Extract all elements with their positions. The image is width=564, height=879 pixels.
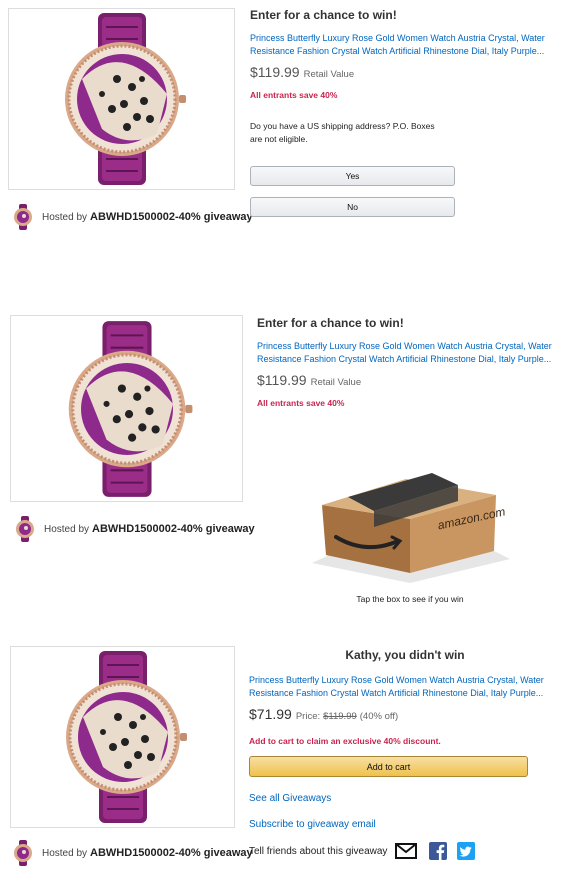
watch-image (63, 11, 187, 187)
price: $71.99 (249, 706, 292, 722)
tell-friends-label: Tell friends about this giveaway (249, 845, 388, 857)
price-label: Retail Value (310, 377, 362, 388)
price-row: $119.99 Retail Value (257, 372, 562, 388)
result-title: Kathy, you didn't win (345, 648, 465, 662)
giveaway-entry-panel: Hosted by ABWHD1500002-40% giveaway Ente… (0, 0, 564, 240)
product-title-line[interactable]: Resistance Fashion Crystal Watch Artific… (249, 687, 561, 700)
price-label: Retail Value (303, 69, 355, 80)
watch-image (64, 649, 188, 825)
no-button[interactable]: No (250, 197, 455, 217)
product-title-line[interactable]: Princess Butterfly Luxury Rose Gold Wome… (257, 340, 562, 353)
email-icon[interactable] (395, 843, 418, 859)
savings-text: All entrants save 40% (257, 398, 345, 408)
host-avatar (14, 204, 32, 230)
shipping-question: Do you have a US shipping address? P.O. … (250, 120, 460, 146)
host-info: Hosted by ABWHD1500002-40% giveaway (14, 516, 255, 542)
product-image (10, 315, 243, 502)
share-row: Tell friends about this giveaway (249, 842, 561, 860)
product-title-line[interactable]: Princess Butterfly Luxury Rose Gold Wome… (250, 32, 560, 45)
question-line: are not eligible. (250, 134, 308, 144)
host-info: Hosted by ABWHD1500002-40% giveaway (12, 840, 253, 866)
price: $119.99 (250, 64, 300, 80)
giveaway-box-panel: Hosted by ABWHD1500002-40% giveaway Ente… (0, 305, 564, 615)
discount: (40% off) (359, 711, 399, 722)
hosted-by-label: Hosted by (42, 211, 88, 223)
add-to-cart-button[interactable]: Add to cart (249, 756, 528, 777)
old-price: $119.99 (323, 711, 357, 722)
facebook-icon[interactable] (429, 842, 448, 860)
product-title-link[interactable]: Princess Butterfly Luxury Rose Gold Wome… (249, 674, 561, 700)
page-title: Enter for a chance to win! (257, 316, 404, 330)
yes-button[interactable]: Yes (250, 166, 455, 186)
tap-instructions: Tap the box to see if you win (356, 594, 464, 604)
host-info: Hosted by ABWHD1500002-40% giveaway (12, 204, 253, 230)
question-line: Do you have a US shipping address? P.O. … (250, 121, 435, 131)
see-all-giveaways-link[interactable]: See all Giveaways (249, 793, 561, 804)
product-title-line[interactable]: Resistance Fashion Crystal Watch Artific… (250, 45, 560, 58)
price-row: $119.99 Retail Value (250, 64, 560, 80)
watch-image (66, 319, 194, 498)
host-avatar (14, 840, 32, 866)
host-avatar (16, 516, 34, 542)
host-name[interactable]: ABWHD1500002-40% giveaway (90, 847, 253, 859)
giveaway-result-panel: Hosted by ABWHD1500002-40% giveaway Kath… (0, 640, 564, 879)
page-title: Enter for a chance to win! (250, 8, 397, 22)
product-title-line[interactable]: Resistance Fashion Crystal Watch Artific… (257, 353, 562, 366)
product-title-line[interactable]: Princess Butterfly Luxury Rose Gold Wome… (249, 674, 561, 687)
hosted-by-label: Hosted by (44, 523, 90, 535)
product-image (8, 8, 235, 190)
host-name[interactable]: ABWHD1500002-40% giveaway (90, 211, 253, 223)
host-name[interactable]: ABWHD1500002-40% giveaway (92, 523, 255, 535)
hosted-by-label: Hosted by (42, 847, 88, 859)
twitter-icon[interactable] (457, 842, 476, 860)
amazon-box-button[interactable]: amazon.com (300, 455, 520, 605)
savings-text: All entrants save 40% (250, 90, 338, 100)
price: $119.99 (257, 372, 307, 388)
price-prefix: Price: (295, 711, 321, 722)
subscribe-link[interactable]: Subscribe to giveaway email (249, 819, 561, 830)
product-image (10, 646, 235, 828)
price-row: $71.99 Price: $119.99 (40% off) (249, 706, 561, 722)
amazon-box-icon[interactable]: amazon.com (300, 455, 520, 585)
claim-discount-text: Add to cart to claim an exclusive 40% di… (249, 736, 441, 746)
product-title-link[interactable]: Princess Butterfly Luxury Rose Gold Wome… (250, 32, 560, 58)
product-title-link[interactable]: Princess Butterfly Luxury Rose Gold Wome… (257, 340, 562, 366)
